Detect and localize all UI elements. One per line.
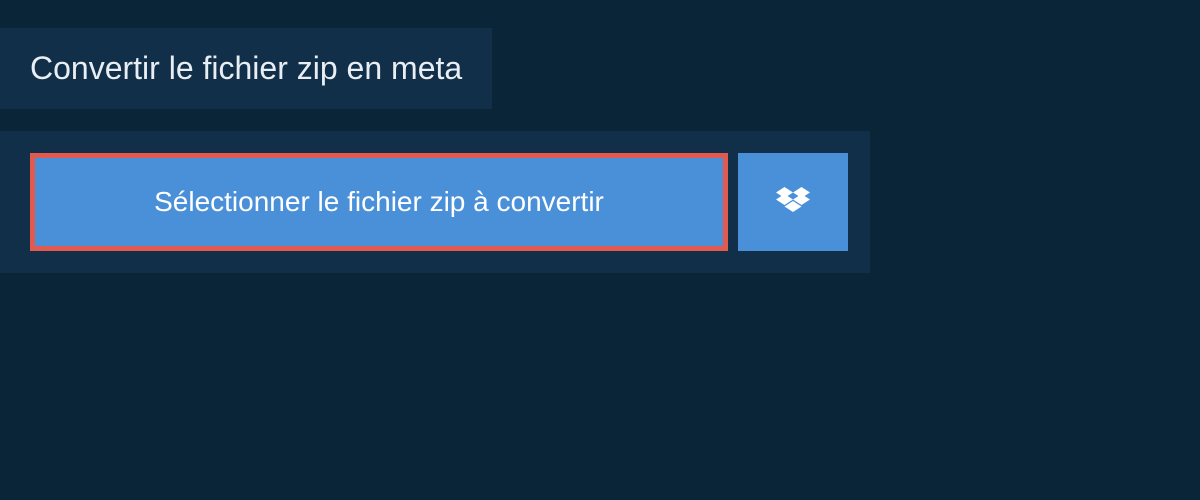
dropbox-icon [776,187,810,217]
page-header: Convertir le fichier zip en meta [0,28,492,109]
select-file-label: Sélectionner le fichier zip à convertir [154,186,604,217]
dropbox-button[interactable] [738,153,848,251]
upload-panel: Sélectionner le fichier zip à convertir [0,131,870,273]
page-title: Convertir le fichier zip en meta [30,50,462,87]
button-row: Sélectionner le fichier zip à convertir [30,153,848,251]
select-file-button[interactable]: Sélectionner le fichier zip à convertir [30,153,728,251]
